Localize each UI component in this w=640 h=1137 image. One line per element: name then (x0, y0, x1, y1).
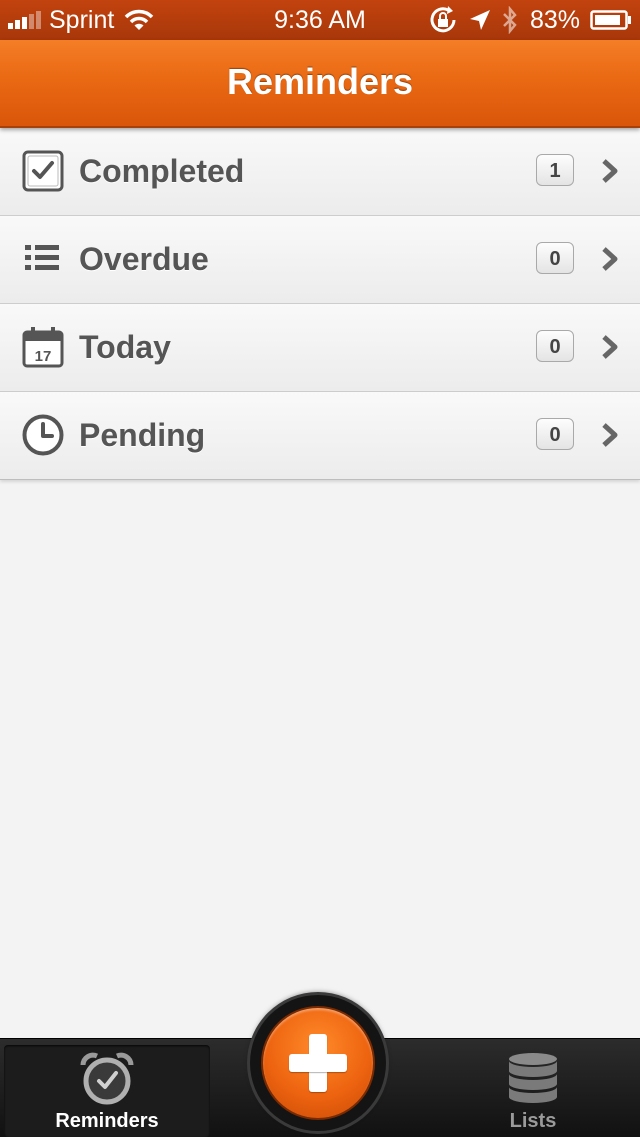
signal-strength-icon (8, 11, 41, 29)
location-arrow-icon (468, 8, 492, 32)
reminder-category-list: Completed 1 Overdue 0 17 Today 0 Pending… (0, 128, 640, 480)
clock-icon (22, 414, 64, 456)
status-right: 83% (418, 5, 632, 35)
add-reminder-button[interactable] (263, 1008, 373, 1118)
count-badge: 0 (536, 330, 574, 362)
calendar-icon: 17 (22, 326, 64, 368)
list-item-overdue[interactable]: Overdue 0 (0, 216, 640, 304)
page-title: Reminders (226, 61, 414, 102)
count-badge: 0 (536, 242, 574, 274)
list-item-label: Completed (79, 153, 245, 189)
chevron-right-icon (600, 422, 620, 448)
count-badge: 0 (536, 418, 574, 450)
chevron-right-icon (600, 246, 620, 272)
tab-lists[interactable]: Lists (430, 1045, 636, 1137)
chevron-right-icon (600, 334, 620, 360)
battery-icon (590, 9, 632, 31)
list-icon (22, 238, 64, 280)
list-item-label: Overdue (79, 241, 209, 277)
database-stack-icon (507, 1051, 559, 1112)
list-item-completed[interactable]: Completed 1 (0, 128, 640, 216)
count-badge: 1 (536, 154, 574, 186)
wifi-icon (124, 8, 154, 32)
chevron-right-icon (600, 158, 620, 184)
tab-reminders[interactable]: Reminders (4, 1045, 210, 1137)
list-item-pending[interactable]: Pending 0 (0, 392, 640, 480)
alarm-clock-icon (79, 1051, 135, 1112)
calendar-day: 17 (35, 348, 52, 365)
bluetooth-icon (502, 6, 518, 34)
list-item-today[interactable]: 17 Today 0 (0, 304, 640, 392)
list-item-label: Pending (79, 417, 206, 453)
add-button-ring (250, 995, 386, 1131)
battery-percent: 83% (529, 6, 580, 34)
tab-label: Lists (509, 1110, 557, 1132)
tab-label: Reminders (55, 1110, 159, 1132)
checkbox-icon (22, 150, 64, 192)
rotation-lock-icon (428, 6, 458, 34)
navigation-bar: Reminders (0, 40, 640, 128)
carrier-name: Sprint (49, 6, 115, 34)
status-bar: Sprint 9:36 AM 83% (0, 0, 640, 40)
list-item-label: Today (79, 329, 171, 365)
status-left: Sprint (8, 5, 154, 35)
